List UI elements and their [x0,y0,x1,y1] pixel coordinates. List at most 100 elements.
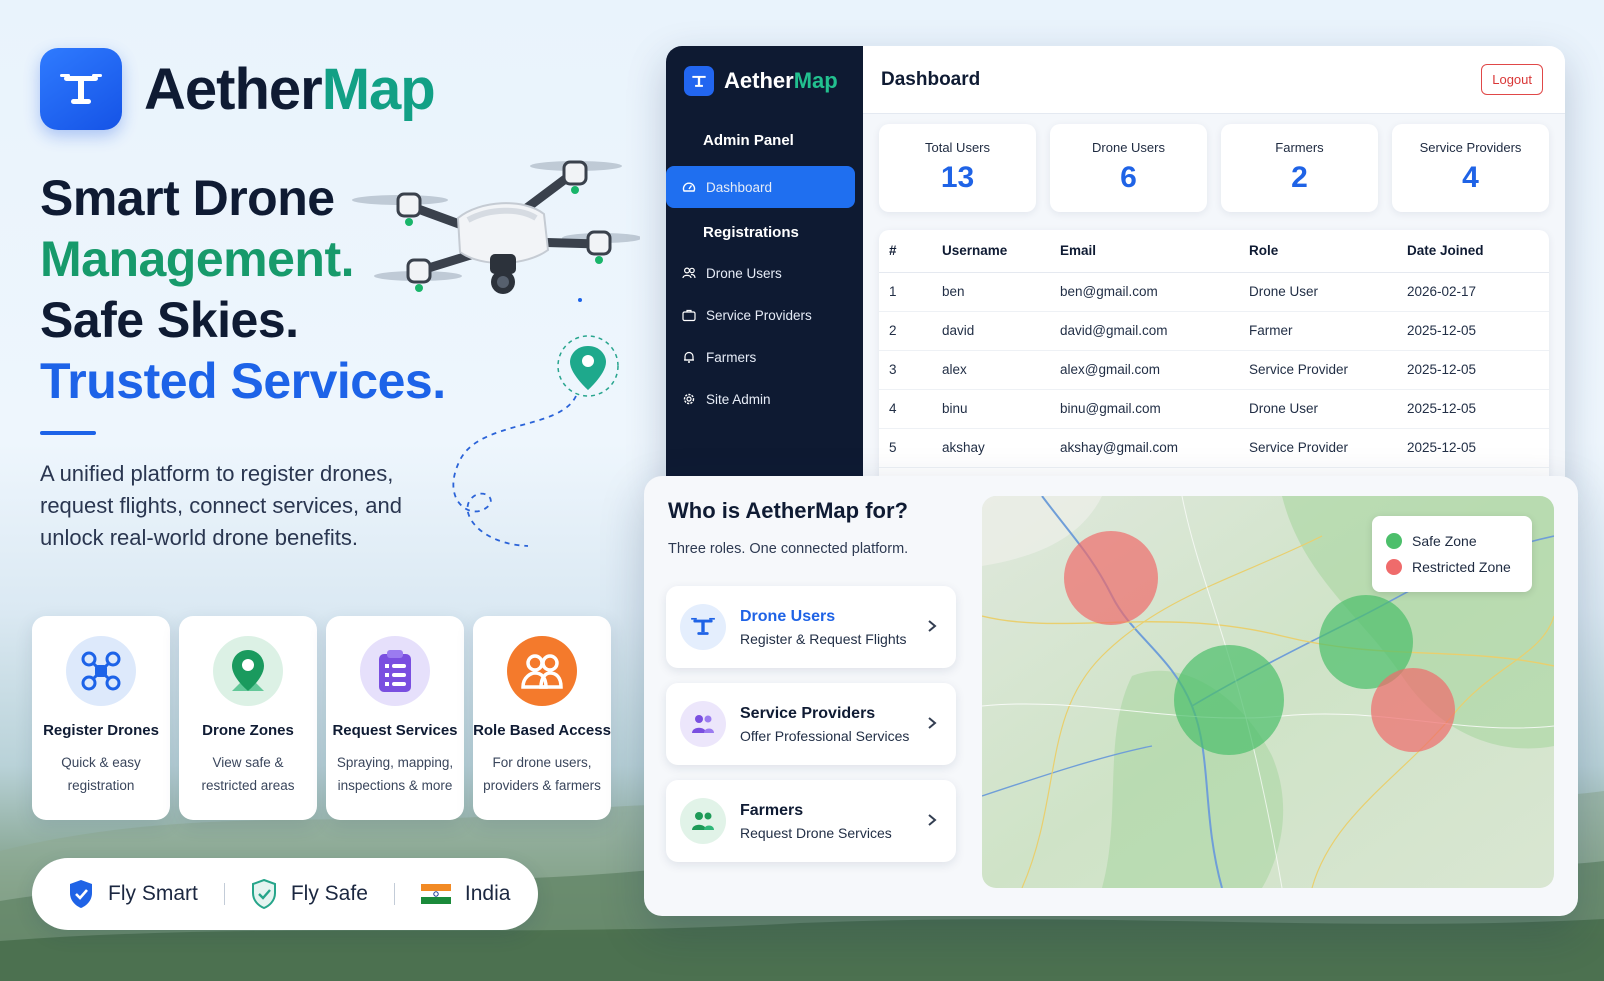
gauge-icon [682,182,696,192]
brand-name: AetherMap [144,56,436,123]
feature-desc: For drone users, providers & farmers [483,755,601,793]
table-cell: 5 [879,428,932,468]
sidebar-item-service-providers[interactable]: Service Providers [666,294,855,336]
restricted-zone[interactable] [1064,531,1158,625]
column-header[interactable]: Username [932,230,1050,273]
feature-card-role-based-access: Role Based Access For drone users, provi… [473,616,611,820]
table-cell: Service Provider [1239,350,1397,390]
headline-divider [40,431,96,435]
column-header[interactable]: Date Joined [1397,230,1549,273]
stat-card-total-users: Total Users 13 [879,124,1036,212]
legend-item-restricted: Restricted Zone [1386,554,1518,580]
sidebar-item-label: Site Admin [706,391,771,407]
role-desc: Register & Request Flights [740,630,907,647]
restricted-dot-icon [1386,559,1402,575]
stat-card-farmers: Farmers 2 [1221,124,1378,212]
logout-button[interactable]: Logout [1481,64,1543,95]
feature-title: Register Drones [43,722,159,739]
sidebar-item-label: Service Providers [706,307,812,323]
table-cell: 2026-02-17 [1397,272,1549,312]
feature-desc: View safe & restricted areas [201,755,295,793]
brand-name-part1: Aether [144,56,323,122]
table-row[interactable]: 1 ben ben@gmail.com Drone User 2026-02-1… [879,272,1549,312]
brand-logo: AetherMap [40,48,436,130]
badge-fly-safe: Fly Safe [251,879,368,909]
table-row[interactable]: 5 akshay akshay@gmail.com Service Provid… [879,428,1549,468]
table-cell: Farmer [1239,311,1397,351]
safe-zone[interactable] [1174,645,1284,755]
table-cell: Service Provider [1239,428,1397,468]
role-card-farmers[interactable]: Farmers Request Drone Services [666,780,956,862]
chevron-right-icon [926,713,956,736]
restricted-zone[interactable] [1371,668,1455,752]
role-card-service-providers[interactable]: Service Providers Offer Professional Ser… [666,683,956,765]
sidebar-item-dashboard[interactable]: Dashboard [666,166,855,208]
sidebar-item-site-admin[interactable]: Site Admin [666,378,855,420]
legend-item-safe: Safe Zone [1386,528,1518,554]
sidebar-item-label: Drone Users [706,265,782,281]
table-row[interactable]: 2 david david@gmail.com Farmer 2025-12-0… [879,311,1549,351]
feature-card-drone-zones: Drone Zones View safe & restricted areas [179,616,317,820]
stat-card-service-providers: Service Providers 4 [1392,124,1549,212]
stat-label: Farmers [1275,140,1324,155]
sidebar-brand-part2: Map [793,68,838,93]
sidebar-brand-part1: Aether [724,68,794,93]
drone-logo-icon [684,66,714,96]
column-header[interactable]: # [879,230,932,273]
table-cell: binu [932,389,1050,429]
sidebar-section-admin-panel: Admin Panel [703,132,794,149]
feature-desc: Spraying, mapping, inspections & more [336,755,454,793]
shield-icon [251,879,276,909]
legend-label: Restricted Zone [1412,559,1511,575]
legend-label: Safe Zone [1412,533,1477,549]
trust-badges-bar: Fly Smart Fly Safe India [32,858,538,930]
separator [393,883,395,905]
feature-title: Drone Zones [202,722,294,739]
sidebar-brand-name: AetherMap [724,68,838,94]
table-row[interactable]: 3 alex alex@gmail.com Service Provider 2… [879,350,1549,390]
stats-row: Total Users 13 Drone Users 6 Farmers 2 S… [863,114,1565,212]
feature-card-register-drones: Register Drones Quick & easy registratio… [32,616,170,820]
table-row[interactable]: 4 binu binu@gmail.com Drone User 2025-12… [879,389,1549,429]
feature-desc: Quick & easy registration [61,755,141,793]
headline-line-4: Trusted Services. [40,353,446,409]
column-header[interactable]: Email [1050,230,1239,273]
role-card-drone-users[interactable]: Drone Users Register & Request Flights [666,586,956,668]
table-cell: Drone User [1239,272,1397,312]
table-cell: 2025-12-05 [1397,311,1549,351]
table-cell: alex [932,350,1050,390]
sidebar-section-registrations: Registrations [703,224,799,241]
badge-label: India [464,882,511,905]
badge-label: Fly Safe [290,882,368,905]
column-header[interactable]: Role [1239,230,1397,273]
role-title: Service Providers [740,704,876,722]
stat-value: 13 [940,161,975,194]
feature-cards: Register Drones Quick & easy registratio… [32,616,611,820]
dashboard-header: Dashboard Logout [863,46,1565,114]
sidebar-item-label: Dashboard [706,179,773,195]
sidebar-item-farmers[interactable]: Farmers [666,336,855,378]
badge-fly-smart: Fly Smart [68,879,198,909]
sidebar-logo[interactable]: AetherMap [666,64,863,98]
drone-logo-icon [40,48,122,130]
table-cell: ben@gmail.com [1050,272,1239,312]
brand-name-part2: Map [321,56,436,122]
feature-title: Request Services [332,722,458,739]
drone-icon [66,636,136,706]
role-desc: Request Drone Services [740,824,892,841]
dashboard-main: Dashboard Logout Total Users 13 Drone Us… [863,46,1565,492]
briefcase-icon [682,309,696,322]
zone-map[interactable]: Safe Zone Restricted Zone [982,496,1554,888]
table-cell: 2025-12-05 [1397,350,1549,390]
role-text: Farmers Request Drone Services [740,802,926,841]
table-cell: Drone User [1239,389,1397,429]
sidebar-item-drone-users[interactable]: Drone Users [666,252,855,294]
separator [223,883,225,905]
drone-icon [680,604,726,650]
table-cell: 1 [879,272,932,312]
table-cell: akshay@gmail.com [1050,428,1239,468]
role-title: Farmers [740,801,804,819]
sidebar: AetherMap Admin Panel Dashboard Registra… [666,46,863,492]
stat-card-drone-users: Drone Users 6 [1050,124,1207,212]
table-cell: 3 [879,350,932,390]
